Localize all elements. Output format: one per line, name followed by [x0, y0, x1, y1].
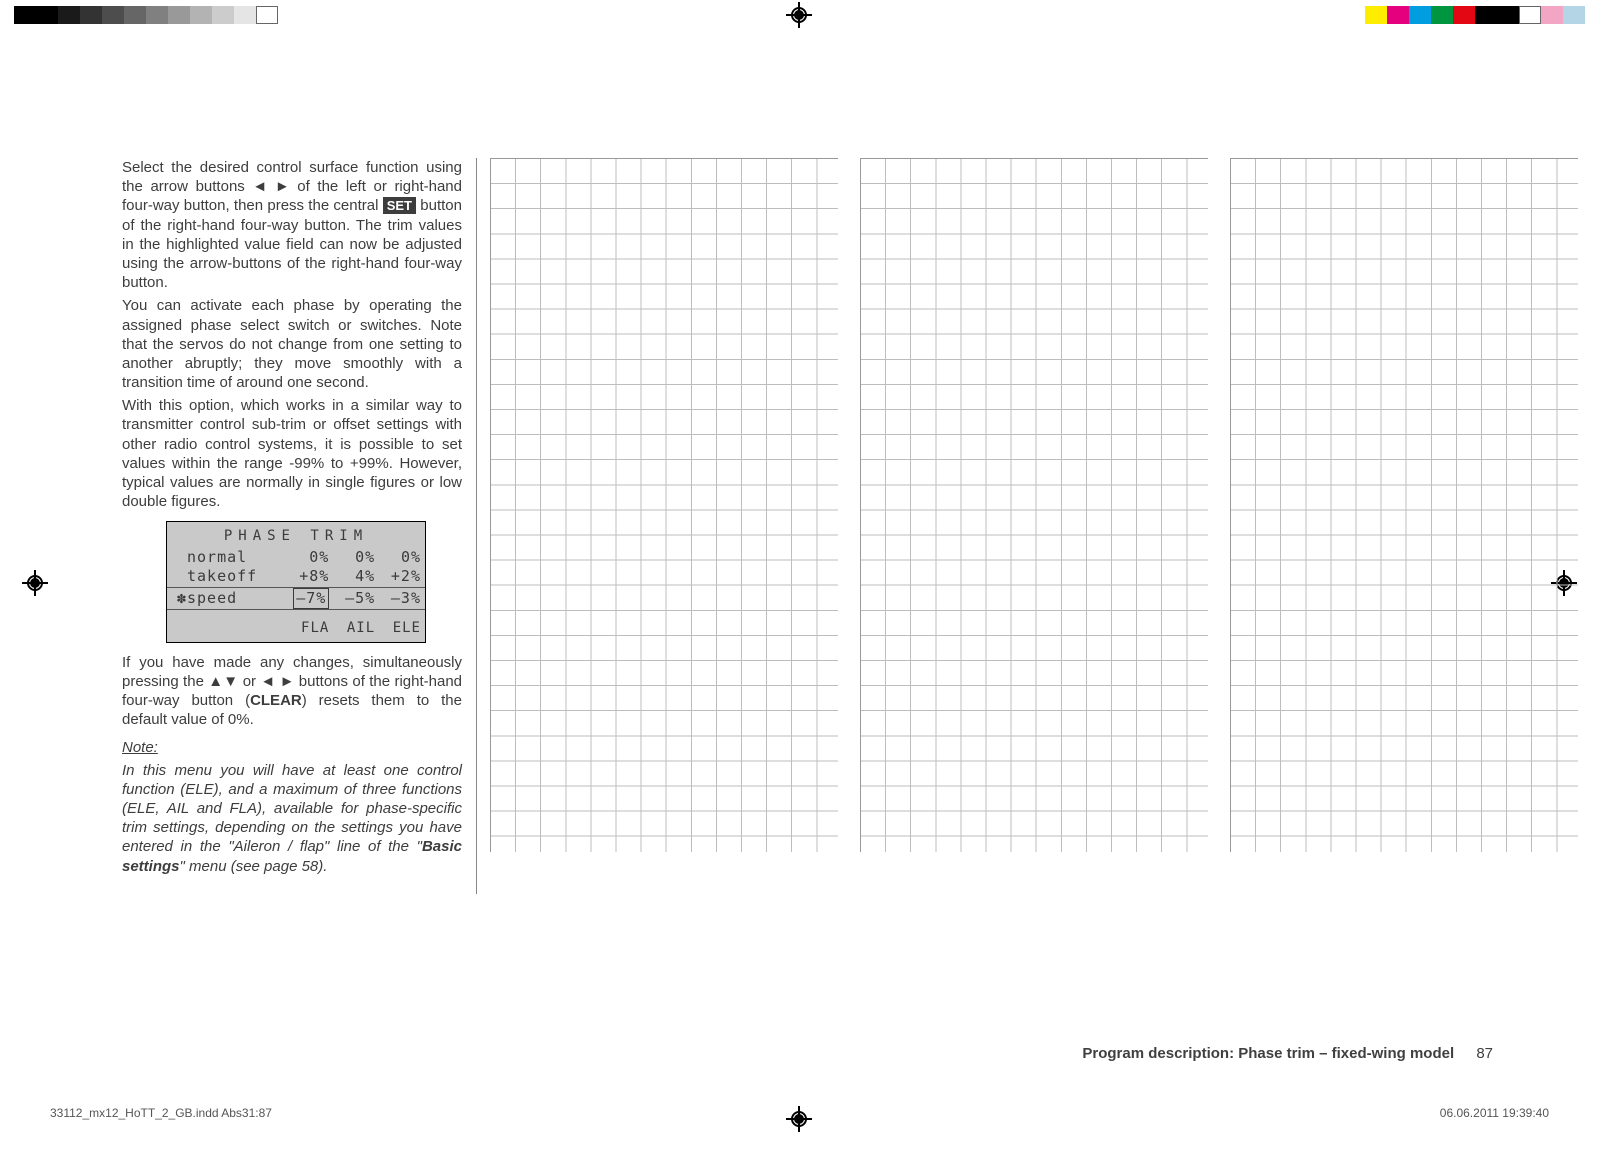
paragraph-1: Select the desired control surface funct… — [122, 158, 462, 292]
grid-1 — [490, 158, 838, 852]
body-column: Select the desired control surface funct… — [122, 158, 462, 880]
slug-file: 33112_mx12_HoTT_2_GB.indd Abs31:87 — [50, 1106, 272, 1120]
lcd-table: normal 0% 0% 0% takeoff +8% 4% +2% ✽spee… — [167, 548, 425, 637]
lcd-r1-label: normal — [187, 548, 247, 566]
note-body: In this menu you will have at least one … — [122, 761, 462, 876]
column-divider-1 — [476, 158, 477, 894]
lcd-row-normal: normal 0% 0% 0% — [167, 548, 425, 567]
lcd-r1-ele: 0% — [379, 548, 425, 567]
lcd-r3-ail: –5% — [333, 587, 379, 609]
registration-mark-top — [786, 2, 812, 28]
paragraph-2: You can activate each phase by operating… — [122, 296, 462, 392]
lcd-r3-label: speed — [187, 589, 237, 607]
page-number: 87 — [1476, 1045, 1493, 1062]
slug-line: 33112_mx12_HoTT_2_GB.indd Abs31:87 06.06… — [50, 1106, 1549, 1120]
grid-2 — [860, 158, 1208, 852]
clear-label: CLEAR — [250, 692, 302, 709]
grid-3 — [1230, 158, 1578, 852]
page-footer: Program description: Phase trim – fixed-… — [1082, 1045, 1493, 1062]
color-bar-left — [14, 6, 278, 24]
slug-timestamp: 06.06.2011 19:39:40 — [1440, 1106, 1549, 1120]
paragraph-4: If you have made any changes, simultaneo… — [122, 653, 462, 730]
paragraph-3: With this option, which works in a simil… — [122, 396, 462, 511]
lcd-r2-label: takeoff — [187, 567, 257, 585]
lcd-r1-fla: 0% — [280, 548, 333, 567]
lcd-col-ele: ELE — [379, 609, 425, 637]
note-b: " menu (see page 58). — [180, 858, 328, 875]
note-grids — [490, 158, 1578, 852]
lcd-row-speed: ✽speed –7% –5% –3% — [167, 587, 425, 609]
lcd-phase-trim: PHASE TRIM normal 0% 0% 0% takeoff +8% 4… — [166, 521, 426, 642]
lcd-row-takeoff: takeoff +8% 4% +2% — [167, 567, 425, 587]
registration-mark-left — [22, 570, 48, 596]
color-bar-right — [1365, 6, 1585, 24]
lcd-title: PHASE TRIM — [167, 528, 425, 546]
lcd-active-marker: ✽ — [177, 589, 187, 608]
lcd-footer-row: FLA AIL ELE — [167, 609, 425, 637]
lcd-r2-ele: +2% — [379, 567, 425, 587]
section-title: Program description: Phase trim – fixed-… — [1082, 1045, 1454, 1062]
lcd-col-fla: FLA — [280, 609, 333, 637]
lcd-r1-ail: 0% — [333, 548, 379, 567]
lcd-r3-fla-selected: –7% — [293, 588, 329, 609]
note-a: In this menu you will have at least one … — [122, 762, 462, 856]
lcd-r3-ele: –3% — [379, 587, 425, 609]
note-heading: Note: — [122, 738, 462, 757]
lcd-col-ail: AIL — [333, 609, 379, 637]
lcd-r2-ail: 4% — [333, 567, 379, 587]
set-badge: SET — [383, 197, 416, 214]
lcd-r2-fla: +8% — [280, 567, 333, 587]
